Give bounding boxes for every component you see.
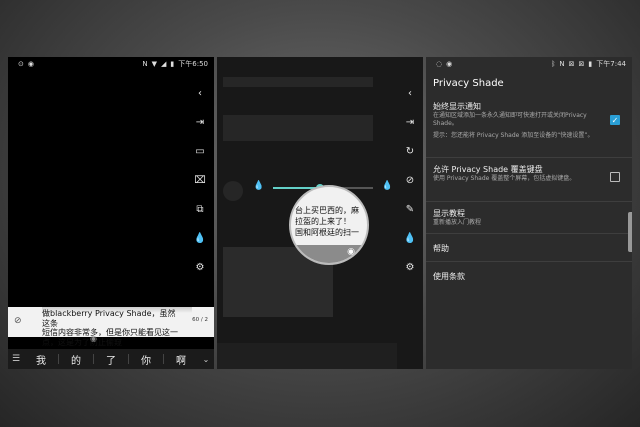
blurred-toolbar: [217, 343, 397, 369]
wifi-off-icon: ◌: [436, 60, 443, 68]
magnified-line: 国和阿根廷的扫一: [295, 228, 359, 237]
setting-title: 帮助: [433, 244, 449, 253]
nfc-icon: N: [559, 60, 565, 68]
chevron-down-icon[interactable]: ⌄: [198, 355, 214, 364]
visible-message-window: ⊘ 做blackberry Privacy Shade，虽然这条 短信内容非常多…: [8, 307, 214, 347]
blurred-avatar: [223, 181, 243, 201]
battery-icon: ▮: [588, 60, 593, 68]
chevron-left-icon[interactable]: ‹: [408, 79, 412, 108]
message-line: 短信内容非常多，但是你只能看见这一: [42, 328, 178, 337]
magnified-line: 拉盔的上来了！: [295, 217, 351, 226]
nfc-icon: N: [142, 60, 148, 68]
shade-control-rail: ‹ ⇥ ↻ ⊘ ✎ 💧 ⚙: [401, 79, 419, 282]
screen-icon[interactable]: ▭: [195, 137, 204, 166]
setting-summary: 使用 Privacy Shade 覆盖整个屏幕，包括虚拟键盘。: [433, 175, 576, 182]
status-bar: ⊙ ◉ N ▼ ◢ ▮ 下午6:50: [8, 57, 214, 71]
attachment-icon[interactable]: ⊘: [14, 316, 22, 326]
message-line: 点，这是为了防止偷窥: [42, 337, 122, 347]
setting-title: 使用条款: [433, 272, 465, 281]
setting-show-tutorial[interactable]: 显示教程 重新播放入门教程: [426, 201, 632, 233]
message-line: 做blackberry Privacy Shade，虽然这条: [42, 309, 176, 328]
eye-icon[interactable]: ◉: [90, 334, 97, 343]
message-text[interactable]: 做blackberry Privacy Shade，虽然这条 短信内容非常多，但…: [42, 309, 182, 347]
phone-screen-keyboard-demo: ⊙ ◉ N ▼ ◢ ▮ 下午6:50 ‹ ⇥ ▭ ⌧ ⧉ 💧 ⚙ ⊘ 做blac…: [8, 57, 214, 369]
eye-icon[interactable]: ◉: [347, 247, 355, 257]
edge-panel-handle[interactable]: [628, 212, 632, 252]
candidate-word[interactable]: 你: [129, 352, 163, 367]
notification-icon: ⊙: [18, 60, 24, 68]
status-bar: ◌ ◉ ᛒ N ⊠ ⊠ ▮ 下午7:44: [426, 57, 632, 71]
candidate-word[interactable]: 了: [94, 352, 128, 367]
setting-summary: 重新播放入门教程: [433, 219, 482, 226]
checkbox-checked[interactable]: ✓: [610, 115, 620, 125]
peek-magnifier[interactable]: 台上买巴西的，麻 拉盔的上来了！ 国和阿根廷的扫一 ◉: [289, 185, 369, 265]
status-time: 下午6:50: [178, 60, 208, 68]
layers-icon[interactable]: ⧉: [196, 195, 203, 224]
gear-icon[interactable]: ⚙: [406, 253, 415, 282]
signal-off-icon: ⊠: [578, 60, 585, 68]
phone-screen-magnifier-demo: 💧 💧 台上买巴西的，麻 拉盔的上来了！ 国和阿根廷的扫一 ◉ ‹ ⇥ ↻ ⊘ …: [217, 57, 423, 369]
drop-icon[interactable]: 💧: [404, 224, 416, 253]
eye-off-icon[interactable]: ⊘: [406, 166, 414, 195]
setting-title: 显示教程: [433, 209, 465, 218]
setting-summary: 在通知区域添加一条永久通知即可快速打开或关闭Privacy Shade。: [433, 112, 587, 127]
checkbox-unchecked[interactable]: [610, 172, 620, 182]
status-time: 下午7:44: [596, 60, 626, 68]
battery-icon: ▮: [170, 60, 175, 68]
ime-candidate-bar: ☰ 我 的 了 你 啊 ⌄: [8, 349, 214, 369]
wifi-icon: ▼: [151, 60, 158, 68]
setting-cover-keyboard[interactable]: 允许 Privacy Shade 覆盖键盘 使用 Privacy Shade 覆…: [426, 157, 632, 201]
setting-help[interactable]: 帮助: [426, 233, 632, 261]
candidate-word[interactable]: 啊: [164, 352, 198, 367]
keyboard-off-icon[interactable]: ⌧: [194, 166, 206, 195]
page-title: Privacy Shade: [433, 78, 504, 89]
magnified-text: 台上买巴西的，麻 拉盔的上来了！ 国和阿根廷的扫一: [295, 205, 367, 238]
setting-title: 允许 Privacy Shade 覆盖键盘: [433, 165, 543, 174]
signal-off-icon: ⊠: [568, 60, 575, 68]
bluetooth-icon: ᛒ: [551, 60, 556, 68]
drop-icon[interactable]: 💧: [194, 224, 206, 253]
drop-large-icon: 💧: [381, 181, 393, 191]
magnified-photo: [291, 245, 367, 263]
magnified-line: 台上买巴西的，麻: [295, 206, 359, 215]
setting-always-show-notification[interactable]: 始终显示通知 在通知区域添加一条永久通知即可快速打开或关闭Privacy Sha…: [426, 95, 632, 157]
exit-icon[interactable]: ⇥: [196, 108, 204, 137]
setting-hint: 提示：您还能将 Privacy Shade 添加至设备的“快速设置”。: [433, 132, 594, 139]
shade-control-rail: ‹ ⇥ ▭ ⌧ ⧉ 💧 ⚙: [192, 79, 208, 282]
setting-terms[interactable]: 使用条款: [426, 261, 632, 289]
candidate-word[interactable]: 的: [59, 352, 93, 367]
blurred-image: [223, 115, 373, 141]
drop-small-icon: 💧: [253, 181, 265, 191]
character-counter: 60 / 2: [192, 317, 208, 323]
setting-title: 始终显示通知: [433, 102, 481, 111]
exit-icon[interactable]: ⇥: [406, 108, 414, 137]
refresh-icon[interactable]: ↻: [406, 137, 414, 166]
eyedropper-icon[interactable]: ✎: [406, 195, 414, 224]
signal-icon: ◢: [161, 60, 167, 68]
eye-icon: ◉: [27, 60, 34, 68]
blurred-bar: [223, 77, 373, 87]
eye-icon: ◉: [446, 60, 453, 68]
settings-list: 始终显示通知 在通知区域添加一条永久通知即可快速打开或关闭Privacy Sha…: [426, 95, 632, 289]
gear-icon[interactable]: ⚙: [196, 253, 205, 282]
phone-screen-settings: ◌ ◉ ᛒ N ⊠ ⊠ ▮ 下午7:44 Privacy Shade 始终显示通…: [426, 57, 632, 369]
chevron-left-icon[interactable]: ‹: [198, 79, 202, 108]
menu-icon[interactable]: ☰: [8, 354, 24, 364]
candidate-word[interactable]: 我: [24, 352, 58, 367]
